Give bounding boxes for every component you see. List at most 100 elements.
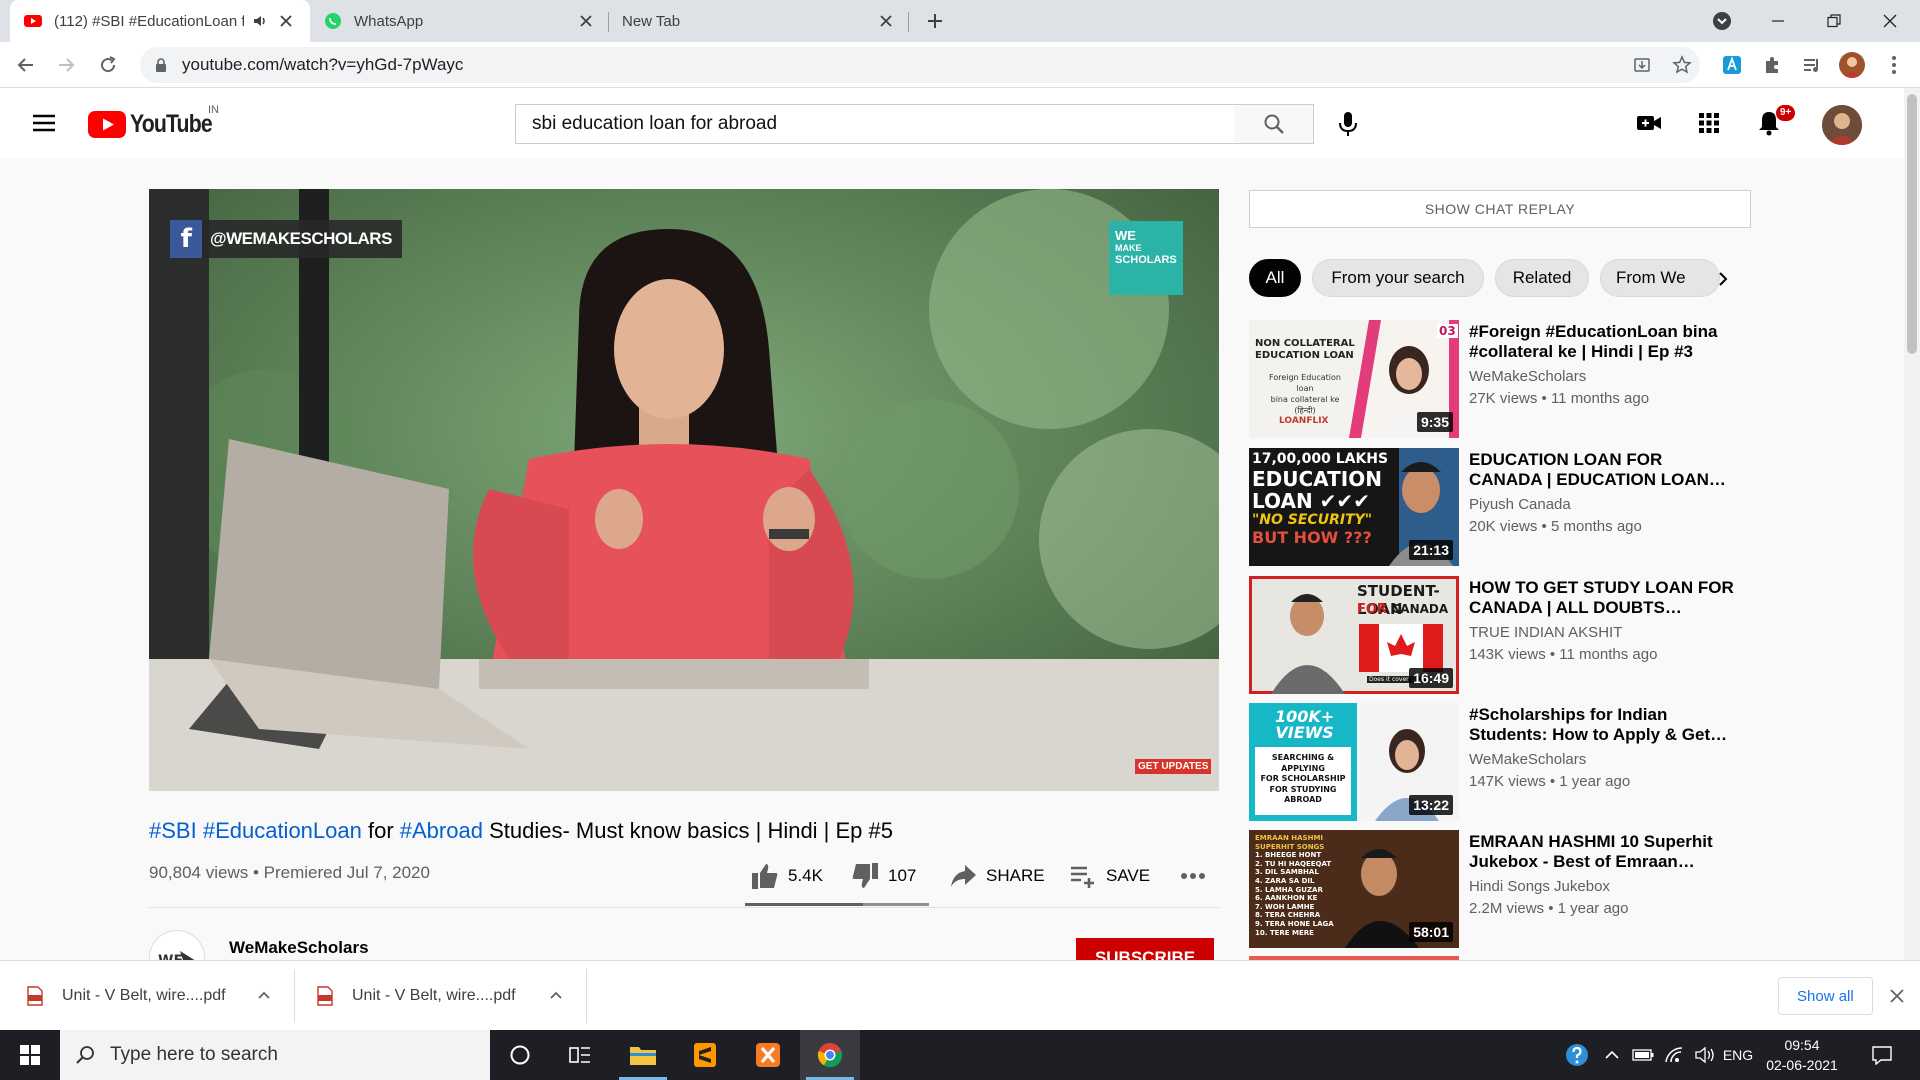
channel-name[interactable]: Hindi Songs Jukebox	[1469, 878, 1610, 895]
address-bar[interactable]: youtube.com/watch?v=yhGd-7pWayc	[140, 47, 1700, 83]
cortana-circle-icon[interactable]	[490, 1030, 550, 1080]
lock-icon[interactable]	[154, 58, 168, 72]
close-tab-icon[interactable]	[276, 11, 296, 31]
recommended-video[interactable]: STUDENT-LOAN FOR CANADA Does it cover GI…	[1249, 576, 1749, 694]
chevron-up-icon[interactable]	[258, 991, 270, 999]
video-title[interactable]: HOW TO GET STUDY LOAN FOR CANADA | ALL D…	[1469, 578, 1739, 618]
video-thumbnail[interactable]: NON COLLATERAL EDUCATION LOAN Foreign Edu…	[1249, 320, 1459, 438]
windows-start-icon[interactable]	[0, 1030, 60, 1080]
video-title[interactable]: EMRAAN HASHMI 10 Superhit Jukebox - Best…	[1469, 832, 1739, 872]
extensions-puzzle-icon[interactable]	[1758, 51, 1786, 79]
chrome-taskbar-icon[interactable]	[800, 1030, 860, 1080]
restore-icon[interactable]	[1806, 0, 1862, 42]
show-all-downloads-button[interactable]: Show all	[1778, 977, 1873, 1015]
tray-overflow-chevron-icon[interactable]	[1600, 1030, 1624, 1080]
profile-avatar-icon[interactable]	[1838, 51, 1866, 79]
download-item[interactable]: Unit - V Belt, wire....pdf	[26, 971, 276, 1021]
more-actions-button[interactable]	[1180, 858, 1206, 894]
file-explorer-icon[interactable]	[613, 1030, 673, 1080]
menu-hamburger-icon[interactable]	[30, 111, 58, 135]
channel-name[interactable]: WeMakeScholars	[229, 938, 369, 958]
youtube-logo[interactable]: YouTube IN	[88, 104, 226, 139]
chrome-menu-icon[interactable]	[1880, 51, 1908, 79]
save-button[interactable]: SAVE	[1068, 858, 1150, 894]
close-tab-icon[interactable]	[876, 11, 896, 31]
channel-name[interactable]: TRUE INDIAN AKSHIT	[1469, 624, 1622, 641]
voice-search-button[interactable]	[1330, 106, 1366, 142]
video-thumbnail[interactable]: 100K+ VIEWS SEARCHING & APPLYING FOR SCHOLA…	[1249, 703, 1459, 821]
video-thumbnail[interactable]: EMRAAN HASHMI SUPERHIT SONGS 1. BHEEGE HON…	[1249, 830, 1459, 948]
help-icon[interactable]	[1560, 1030, 1594, 1080]
hashtag-link[interactable]: #Abroad	[400, 818, 483, 843]
tab-whatsapp[interactable]: WhatsApp	[310, 0, 610, 42]
url-text[interactable]: youtube.com/watch?v=yhGd-7pWayc	[182, 55, 463, 75]
forward-arrow-icon[interactable]	[52, 51, 80, 79]
divider	[586, 969, 587, 1023]
system-clock[interactable]: 09:54 02-06-2021	[1752, 1035, 1852, 1075]
video-thumbnail[interactable]: 17,00,000 LAKHS EDUCATION LOAN ✔✔✔ "NO SECU…	[1249, 448, 1459, 566]
chip-related[interactable]: Related	[1495, 259, 1589, 297]
video-player[interactable]: f @WEMAKESCHOLARS WE MAKE SCHOLARS GET U…	[149, 189, 1219, 791]
tab-search-icon[interactable]	[1694, 0, 1750, 42]
show-chat-replay-button[interactable]: SHOW CHAT REPLAY	[1249, 190, 1751, 228]
speaker-icon[interactable]	[252, 13, 268, 29]
search-button[interactable]	[1234, 104, 1314, 144]
close-tab-icon[interactable]	[576, 11, 596, 31]
taskbar-search-input[interactable]: Type here to search	[60, 1030, 490, 1080]
chip-from-your-search[interactable]: From your search	[1312, 259, 1484, 297]
close-window-icon[interactable]	[1862, 0, 1918, 42]
chip-from-we[interactable]: From We	[1600, 259, 1720, 297]
video-thumbnail[interactable]: STUDENT-LOAN FOR CANADA Does it cover GI…	[1249, 576, 1459, 694]
hashtag-link[interactable]: #SBI	[149, 818, 197, 843]
channel-name[interactable]: Piyush Canada	[1469, 496, 1571, 513]
wifi-icon[interactable]	[1660, 1030, 1690, 1080]
like-count: 5.4K	[788, 866, 823, 885]
reload-icon[interactable]	[94, 51, 122, 79]
channel-name[interactable]: WeMakeScholars	[1469, 751, 1586, 768]
like-button[interactable]: 5.4K	[750, 858, 823, 894]
sublime-text-icon[interactable]	[675, 1030, 735, 1080]
close-downloads-icon[interactable]	[1886, 985, 1908, 1007]
tab-new-tab[interactable]: New Tab	[610, 0, 910, 42]
action-center-icon[interactable]	[1862, 1030, 1902, 1080]
bookmark-star-icon[interactable]	[1668, 51, 1696, 79]
channel-name[interactable]: WeMakeScholars	[1469, 368, 1586, 385]
recommended-video[interactable]: 100K+ VIEWS SEARCHING & APPLYING FOR SCHOLA…	[1249, 703, 1749, 821]
recommended-video[interactable]: NON COLLATERAL EDUCATION LOAN Foreign Edu…	[1249, 320, 1749, 438]
tab-youtube[interactable]: (112) #SBI #EducationLoan for #Abroad St…	[10, 0, 310, 42]
new-tab-plus-icon[interactable]	[922, 8, 948, 34]
get-updates-badge[interactable]: GET UPDATES	[1135, 759, 1212, 774]
scrollbar-thumb[interactable]	[1907, 94, 1917, 354]
minimize-icon[interactable]	[1750, 0, 1806, 42]
download-file-name: Unit - V Belt, wire....pdf	[62, 987, 226, 1004]
chip-all[interactable]: All	[1249, 259, 1301, 297]
task-view-icon[interactable]	[550, 1030, 610, 1080]
media-controls-icon[interactable]	[1798, 51, 1826, 79]
download-item[interactable]: Unit - V Belt, wire....pdf	[316, 971, 566, 1021]
dislike-button[interactable]: 107	[850, 858, 916, 894]
search-icon	[76, 1046, 94, 1064]
video-title[interactable]: #Scholarships for Indian Students: How t…	[1469, 705, 1739, 745]
recommended-video[interactable]: EMRAAN HASHMI SUPERHIT SONGS 1. BHEEGE HON…	[1249, 830, 1749, 948]
share-button[interactable]: SHARE	[948, 858, 1045, 894]
xampp-icon[interactable]	[738, 1030, 798, 1080]
page-scrollbar[interactable]	[1904, 88, 1920, 960]
create-video-icon[interactable]	[1634, 108, 1664, 138]
recommended-video[interactable]: 17,00,000 LAKHS EDUCATION LOAN ✔✔✔ "NO SECU…	[1249, 448, 1749, 566]
search-input[interactable]: sbi education loan for abroad	[515, 104, 1235, 144]
video-title[interactable]: EDUCATION LOAN FOR CANADA | EDUCATION LO…	[1469, 450, 1739, 490]
volume-icon[interactable]	[1690, 1030, 1720, 1080]
chips-next-chevron-icon[interactable]	[1706, 262, 1740, 296]
chevron-up-icon[interactable]	[550, 991, 562, 999]
apps-grid-icon[interactable]	[1694, 108, 1724, 138]
battery-icon[interactable]	[1628, 1030, 1658, 1080]
video-meta: 90,804 views • Premiered Jul 7, 2020	[149, 863, 430, 883]
video-title[interactable]: #Foreign #EducationLoan bina #collateral…	[1469, 322, 1739, 362]
sentiment-bar-fill	[745, 903, 863, 906]
account-avatar[interactable]	[1822, 105, 1862, 145]
hashtag-link[interactable]: #EducationLoan	[203, 818, 362, 843]
logo-line: SCHOLARS	[1115, 254, 1177, 266]
install-app-icon[interactable]	[1628, 51, 1656, 79]
back-arrow-icon[interactable]	[12, 51, 40, 79]
extension-a-icon[interactable]	[1718, 51, 1746, 79]
